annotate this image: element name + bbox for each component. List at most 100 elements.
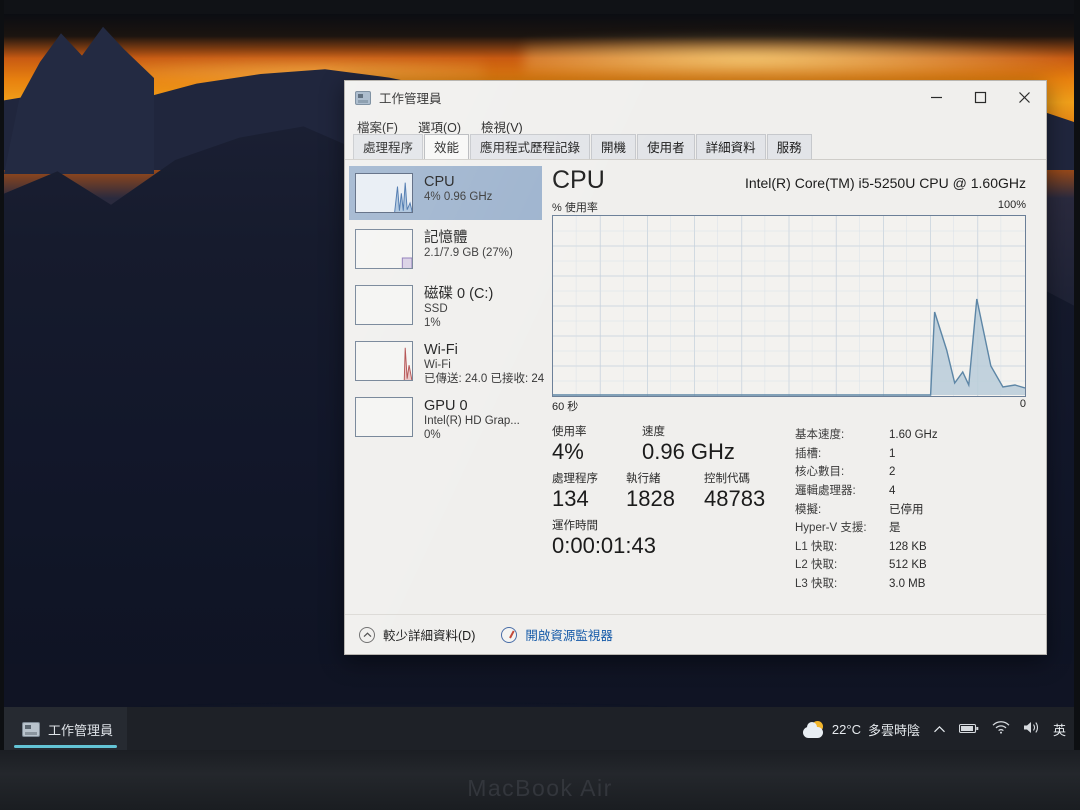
task-manager-window[interactable]: 工作管理員 檔案(F) 選項(O) 檢視(V) 處理程序 效能 應用程式歷程記錄… xyxy=(344,80,1047,655)
chevron-up-icon xyxy=(359,626,375,643)
weather-description: 多雲時陰 xyxy=(867,722,920,738)
tab-bar[interactable]: 處理程序 效能 應用程式歷程記錄 開機 使用者 詳細資料 服務 xyxy=(345,134,1046,160)
sidebar-item-wifi-sub2: 已傳送: 24.0 已接收: 24 xyxy=(424,372,545,385)
ime-indicator[interactable]: 英 xyxy=(1053,720,1066,739)
weather-widget[interactable]: 22°C 多雲時陰 xyxy=(802,720,920,739)
fewer-details-button[interactable]: 較少詳細資料(D) xyxy=(359,625,475,644)
weather-temperature: 22°C xyxy=(831,721,861,737)
chart-caption: % 使用率 100% xyxy=(552,199,1026,215)
detail-l3-cache-key: L3 快取: xyxy=(795,578,838,590)
tab-startup[interactable]: 開機 xyxy=(591,134,637,159)
sidebar-item-gpu-text: GPU 0 Intel(R) HD Grap... 0% xyxy=(424,397,520,442)
taskbar[interactable]: 工作管理員 22°C 多雲時陰 英 xyxy=(4,707,1074,751)
bezel-top xyxy=(0,0,1080,14)
sidebar-item-gpu-sub2: 0% xyxy=(424,428,441,441)
detail-sockets: 插槽: 1 xyxy=(795,445,1026,464)
window-footer[interactable]: 較少詳細資料(D) 開啟資源監視器 xyxy=(345,614,1046,654)
performance-panel: CPU Intel(R) Core(TM) i5-5250U CPU @ 1.6… xyxy=(542,160,1046,614)
stat-threads: 執行緒 1828 xyxy=(626,473,704,511)
sidebar-item-cpu-name: CPU xyxy=(424,174,455,190)
sidebar-item-wifi-text: Wi-Fi Wi-Fi 已傳送: 24.0 已接收: 24 xyxy=(424,341,545,386)
detail-l3-cache: L3 快取: 3.0 MB xyxy=(795,575,1026,594)
open-resource-monitor-button[interactable]: 開啟資源監視器 xyxy=(501,625,613,644)
sidebar-item-disk-name: 磁碟 0 (C:) xyxy=(424,286,494,302)
tray-chevron-up-icon[interactable] xyxy=(933,722,946,737)
window-controls[interactable] xyxy=(914,81,1046,114)
sidebar-item-memory-sub1: 2.1/7.9 GB (27%) xyxy=(424,247,513,260)
sidebar-item-memory-text: 記憶體 2.1/7.9 GB (27%) xyxy=(424,229,513,261)
chart-max-label: 100% xyxy=(997,199,1026,211)
stat-speed: 速度 0.96 GHz xyxy=(642,426,735,464)
detail-l1-cache-key: L1 快取: xyxy=(795,540,838,553)
detail-base-speed-key: 基本速度: xyxy=(795,429,845,441)
page-title: CPU xyxy=(552,166,605,194)
resource-sidebar[interactable]: CPU 4% 0.96 GHz 記憶體 2.1/7.9 GB (27%) 磁碟 … xyxy=(345,160,545,614)
tab-users[interactable]: 使用者 xyxy=(637,134,695,159)
stats-row-utilization: 使用率 4% 速度 0.96 GHz xyxy=(552,426,787,464)
menu-item-file[interactable]: 檔案(F) xyxy=(357,117,398,136)
sidebar-item-disk[interactable]: 磁碟 0 (C:) SSD 1% xyxy=(349,278,542,332)
volume-icon[interactable] xyxy=(1023,721,1040,737)
tab-processes[interactable]: 處理程序 xyxy=(353,134,424,159)
taskbar-item-task-manager[interactable]: 工作管理員 xyxy=(4,707,128,751)
sidebar-item-gpu-name: GPU 0 xyxy=(424,398,468,414)
stat-threads-value: 1828 xyxy=(626,485,675,511)
detail-logical-processors: 邏輯處理器: 4 xyxy=(795,482,1026,501)
mountain-ridge-right xyxy=(4,26,154,174)
window-title: 工作管理員 xyxy=(379,92,442,106)
bezel-right xyxy=(1074,0,1080,810)
memory-mini-graph xyxy=(355,229,413,269)
sidebar-item-disk-text: 磁碟 0 (C:) SSD 1% xyxy=(424,285,493,330)
partly-cloudy-icon xyxy=(802,720,825,738)
bezel-left xyxy=(0,0,4,810)
tab-performance[interactable]: 效能 xyxy=(424,134,470,159)
chart-footer: 60 秒 0 xyxy=(552,398,1026,414)
sidebar-item-wifi-name: Wi-Fi xyxy=(424,342,458,358)
sidebar-item-memory[interactable]: 記憶體 2.1/7.9 GB (27%) xyxy=(349,222,542,276)
open-resource-monitor-label[interactable]: 開啟資源監視器 xyxy=(525,625,613,644)
stat-handles-label: 控制代碼 xyxy=(704,472,750,485)
sidebar-item-disk-sub2: 1% xyxy=(424,316,441,329)
title-bar[interactable]: 工作管理員 xyxy=(345,81,1046,114)
stats-row-counts: 處理程序 134 執行緒 1828 控制代碼 48783 xyxy=(552,473,787,511)
stat-processes: 處理程序 134 xyxy=(552,473,626,511)
stat-utilization-value: 4% xyxy=(552,438,584,464)
disk-mini-graph xyxy=(355,285,413,325)
tab-app-history[interactable]: 應用程式歷程記錄 xyxy=(470,134,591,159)
wifi-icon[interactable] xyxy=(992,721,1010,737)
stat-utilization-label: 使用率 xyxy=(552,426,587,438)
maximize-button[interactable] xyxy=(958,81,1002,114)
sidebar-item-wifi[interactable]: Wi-Fi Wi-Fi 已傳送: 24.0 已接收: 24 xyxy=(349,334,545,388)
sidebar-item-wifi-sub1: Wi-Fi xyxy=(424,359,451,372)
minimize-button[interactable] xyxy=(914,81,958,114)
menu-item-view[interactable]: 檢視(V) xyxy=(481,117,523,136)
sidebar-item-cpu[interactable]: CPU 4% 0.96 GHz xyxy=(349,166,542,220)
sunset-glow xyxy=(524,36,1074,82)
detail-virtualization-value: 已停用 xyxy=(889,503,924,516)
stat-threads-label: 執行緒 xyxy=(626,472,661,485)
menu-item-options[interactable]: 選項(O) xyxy=(418,117,461,136)
stat-speed-value: 0.96 GHz xyxy=(642,438,735,464)
detail-l1-cache: L1 快取: 128 KB xyxy=(795,538,1026,557)
sidebar-item-cpu-text: CPU 4% 0.96 GHz xyxy=(424,173,492,205)
stats-row-uptime: 運作時間 0:00:01:43 xyxy=(552,520,787,558)
stats-left-column: 使用率 4% 速度 0.96 GHz 處理程序 134 執行緒 1828 控制代… xyxy=(552,426,787,594)
cpu-utilization-chart[interactable] xyxy=(552,215,1026,397)
tab-services[interactable]: 服務 xyxy=(766,134,812,159)
fewer-details-label: 較少詳細資料(D) xyxy=(383,629,476,643)
stat-uptime-label: 運作時間 xyxy=(552,519,598,532)
tab-details[interactable]: 詳細資料 xyxy=(695,134,766,159)
chart-grid xyxy=(553,216,1025,396)
stat-processes-value: 134 xyxy=(552,485,589,511)
detail-base-speed: 基本速度: 1.60 GHz xyxy=(795,426,1026,445)
detail-hyperv: Hyper-V 支援: 是 xyxy=(795,519,1026,538)
battery-icon[interactable] xyxy=(958,722,979,737)
close-button[interactable] xyxy=(1002,81,1046,114)
system-tray[interactable]: 22°C 多雲時陰 英 xyxy=(802,720,1074,739)
stat-handles-value: 48783 xyxy=(704,485,766,511)
sidebar-item-gpu[interactable]: GPU 0 Intel(R) HD Grap... 0% xyxy=(349,390,542,444)
detail-l1-cache-value: 128 KB xyxy=(889,540,927,553)
active-window-indicator xyxy=(14,745,118,748)
chart-time-left-label: 60 秒 xyxy=(552,401,579,413)
detail-sockets-key: 插槽: xyxy=(795,447,822,460)
